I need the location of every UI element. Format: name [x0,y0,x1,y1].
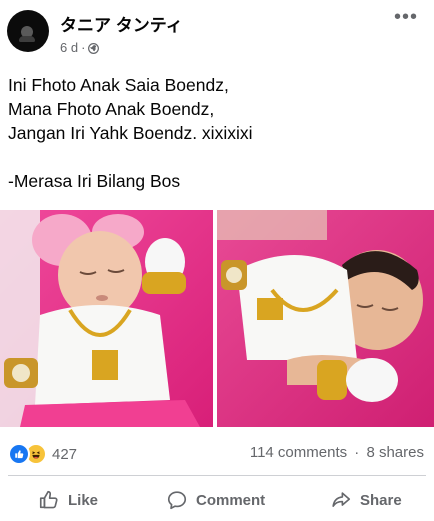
share-label: Share [360,491,402,509]
post-meta: 6 d · [60,40,100,55]
comments-count[interactable]: 114 comments [250,444,347,461]
like-label: Like [68,491,99,509]
share-button[interactable]: Share [330,487,402,513]
post-time[interactable]: 6 d [60,40,78,55]
comment-label: Comment [196,491,266,509]
engagement-counts: 114 comments · 8 shares [250,444,424,461]
author-name[interactable]: タニア タンティ [60,11,183,36]
comment-button[interactable]: Comment [166,487,265,513]
like-reaction-icon [8,443,30,465]
divider [8,475,426,476]
more-options-icon[interactable]: ••• [394,7,418,27]
comment-bubble-icon [166,489,188,511]
shares-count[interactable]: 8 shares [366,444,424,461]
reaction-summary[interactable]: 427 [8,443,77,465]
photo-baby-right[interactable] [217,210,434,427]
meta-separator: · [81,40,86,55]
post-text-line: Mana Fhoto Anak Boendz, [8,99,215,119]
thumbs-up-icon [38,489,60,511]
share-arrow-icon [330,489,352,511]
post-text-line: Ini Fhoto Anak Saia Boendz, [8,75,229,95]
avatar[interactable] [7,10,49,52]
photo-baby-left[interactable] [0,210,213,427]
reaction-count: 427 [52,445,78,463]
post-text-line: -Merasa Iri Bilang Bos [8,171,181,191]
like-button[interactable]: Like [38,487,98,513]
facebook-post: タニア タンティ 6 d · ••• Ini Fhoto Anak Saia B… [0,0,434,521]
reaction-icons [8,443,47,465]
post-text-line: Jangan Iri Yahk Boendz. xixixixi [8,123,253,143]
counts-separator: · [354,444,360,461]
post-text: Ini Fhoto Anak Saia Boendz, Mana Fhoto A… [8,73,428,193]
globe-icon [88,42,100,54]
